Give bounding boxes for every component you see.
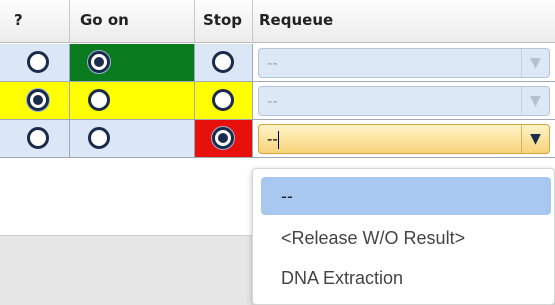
header-question[interactable]: ? [0,0,70,43]
stop-radio[interactable] [212,127,234,149]
table-row: -- ▼ [0,82,555,120]
dropdown-option-release-wo-result[interactable]: <Release W/O Result> [261,219,551,257]
chevron-down-icon[interactable]: ▼ [521,49,549,77]
requeue-select-value: -- [267,92,278,110]
stop-cell [195,120,253,158]
chevron-down-icon[interactable]: ▼ [521,125,549,153]
text-caret [277,130,279,149]
go-on-radio[interactable] [88,89,110,111]
requeue-select[interactable]: -- ▼ [258,48,550,78]
header-stop[interactable]: Stop [195,0,253,43]
requeue-select-value: -- [267,130,278,148]
table-row: -- ▼ [0,120,555,158]
go-on-cell [70,44,195,82]
requeue-select[interactable]: -- ▼ [258,124,550,154]
header-requeue[interactable]: Requeue [253,0,555,43]
go-on-radio[interactable] [88,127,110,149]
go-on-radio[interactable] [88,51,110,73]
question-radio[interactable] [27,127,49,149]
header-go-on[interactable]: Go on [70,0,195,43]
requeue-dropdown[interactable]: -- <Release W/O Result> DNA Extraction [252,168,555,305]
question-radio[interactable] [27,51,49,73]
stop-radio[interactable] [212,51,234,73]
go-on-cell [70,82,195,120]
question-cell [0,82,70,120]
requeue-select[interactable]: -- ▼ [258,86,550,116]
chevron-down-icon[interactable]: ▼ [521,87,549,115]
question-cell [0,44,70,82]
requeue-select-value: -- [267,54,278,72]
stop-cell [195,44,253,82]
dropdown-option-none[interactable]: -- [261,177,551,215]
stop-radio[interactable] [212,89,234,111]
dropdown-option-dna-extraction[interactable]: DNA Extraction [261,259,551,297]
stop-cell [195,82,253,120]
table-row: -- ▼ [0,44,555,82]
question-cell [0,120,70,158]
question-radio[interactable] [27,89,49,111]
go-on-cell [70,120,195,158]
grid-header: ? Go on Stop Requeue [0,0,555,43]
